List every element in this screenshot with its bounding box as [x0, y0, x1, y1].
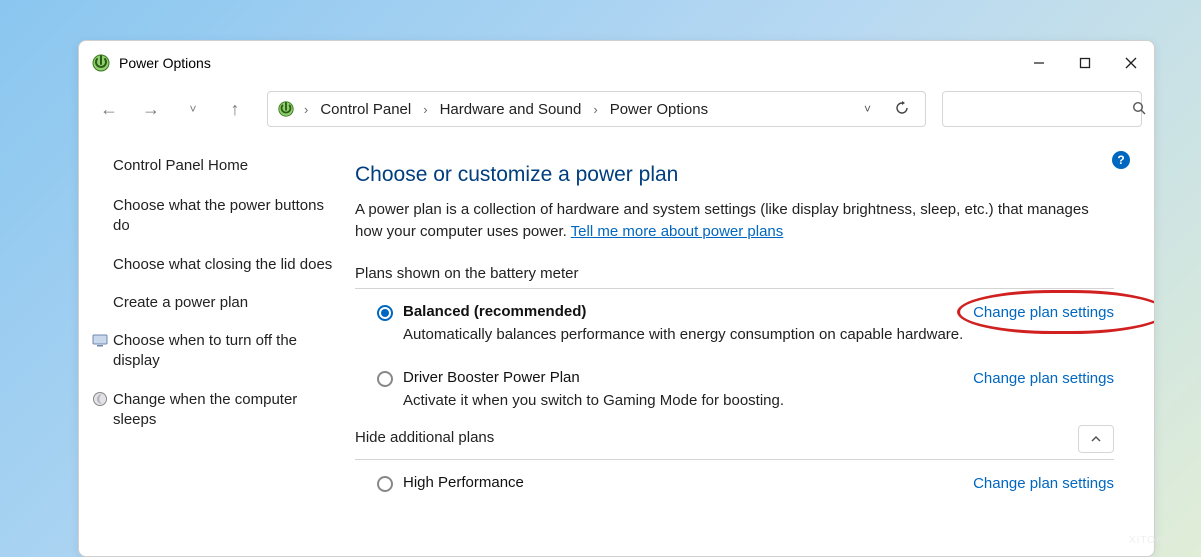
- collapse-button[interactable]: [1078, 425, 1114, 453]
- back-button[interactable]: ←: [91, 91, 127, 127]
- page-description: A power plan is a collection of hardware…: [355, 199, 1114, 243]
- divider: [355, 459, 1114, 460]
- address-history-button[interactable]: ˅: [854, 102, 881, 116]
- breadcrumb-power-options[interactable]: Power Options: [606, 99, 712, 120]
- moon-icon: [91, 390, 109, 408]
- hide-additional-plans-label: Hide additional plans: [355, 429, 494, 446]
- search-box[interactable]: [942, 91, 1142, 127]
- plan-radio-driver-booster[interactable]: [377, 371, 393, 387]
- plan-balanced: Balanced (recommended) Automatically bal…: [355, 303, 1114, 343]
- search-input[interactable]: [951, 101, 1132, 117]
- content-area: ? Control Panel Home Choose what the pow…: [79, 133, 1154, 556]
- address-bar[interactable]: › Control Panel › Hardware and Sound › P…: [267, 91, 926, 127]
- plan-driver-booster: Driver Booster Power Plan Activate it wh…: [355, 369, 1114, 409]
- breadcrumb-separator: ›: [302, 102, 310, 117]
- window-frame: Power Options ← → ˅ ↑ › Control Panel › …: [78, 40, 1155, 557]
- power-options-icon: [276, 99, 296, 119]
- breadcrumb-separator: ›: [591, 102, 599, 117]
- titlebar: Power Options: [79, 41, 1154, 85]
- up-button[interactable]: ↑: [217, 91, 253, 127]
- sidebar-link-closing-lid[interactable]: Choose what closing the lid does: [113, 255, 339, 275]
- breadcrumb-control-panel[interactable]: Control Panel: [316, 99, 415, 120]
- breadcrumb-hardware-sound[interactable]: Hardware and Sound: [436, 99, 586, 120]
- hide-additional-plans-row: Hide additional plans: [355, 425, 1114, 453]
- window-title: Power Options: [119, 55, 211, 71]
- divider: [355, 288, 1114, 289]
- change-plan-settings-link[interactable]: Change plan settings: [973, 475, 1114, 492]
- plan-radio-balanced[interactable]: [377, 305, 393, 321]
- plan-name: Driver Booster Power Plan: [403, 369, 973, 386]
- minimize-button[interactable]: [1016, 43, 1062, 83]
- plan-high-performance: High Performance Change plan settings: [355, 474, 1114, 492]
- power-options-icon: [91, 53, 111, 73]
- change-plan-settings-link[interactable]: Change plan settings: [973, 370, 1114, 387]
- plan-description: Activate it when you switch to Gaming Mo…: [403, 392, 973, 409]
- sidebar-link-turn-off-display[interactable]: Choose when to turn off the display: [113, 331, 339, 372]
- close-button[interactable]: [1108, 43, 1154, 83]
- sidebar-link-computer-sleeps[interactable]: Change when the computer sleeps: [113, 390, 339, 431]
- maximize-button[interactable]: [1062, 43, 1108, 83]
- search-icon: [1132, 101, 1146, 118]
- sidebar: Control Panel Home Choose what the power…: [79, 133, 355, 556]
- learn-more-link[interactable]: Tell me more about power plans: [571, 223, 784, 240]
- plan-name: High Performance: [403, 474, 973, 491]
- control-panel-home-link[interactable]: Control Panel Home: [113, 157, 339, 174]
- navbar: ← → ˅ ↑ › Control Panel › Hardware and S…: [79, 85, 1154, 133]
- sidebar-link-power-buttons[interactable]: Choose what the power buttons do: [113, 196, 339, 237]
- change-plan-settings-link[interactable]: Change plan settings: [973, 304, 1114, 321]
- forward-button[interactable]: →: [133, 91, 169, 127]
- recent-locations-button[interactable]: ˅: [175, 91, 211, 127]
- breadcrumb-separator: ›: [421, 102, 429, 117]
- main-panel: Choose or customize a power plan A power…: [355, 133, 1154, 556]
- help-button[interactable]: ?: [1112, 151, 1130, 169]
- plan-description: Automatically balances performance with …: [403, 326, 973, 343]
- page-heading: Choose or customize a power plan: [355, 163, 1114, 187]
- display-icon: [91, 331, 109, 349]
- sidebar-link-create-plan[interactable]: Create a power plan: [113, 293, 339, 313]
- plan-name: Balanced (recommended): [403, 303, 973, 320]
- plan-radio-high-performance[interactable]: [377, 476, 393, 492]
- plans-section-label: Plans shown on the battery meter: [355, 265, 1114, 282]
- refresh-button[interactable]: [887, 100, 917, 119]
